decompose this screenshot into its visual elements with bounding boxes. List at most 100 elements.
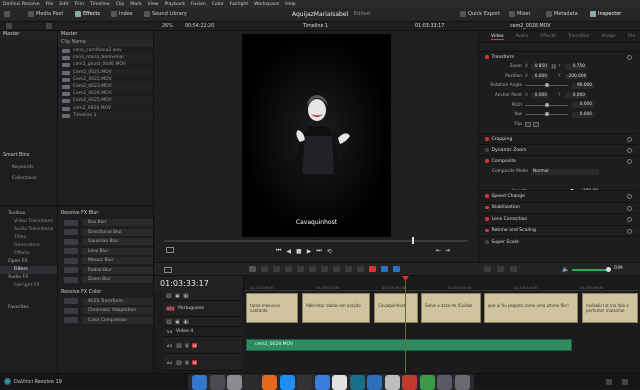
- snapping-icon[interactable]: [333, 266, 340, 272]
- launchpad-icon[interactable]: [209, 374, 225, 390]
- zoom-detail-icon[interactable]: [497, 266, 504, 272]
- word-icon[interactable]: [314, 374, 330, 390]
- sound-library-button[interactable]: Sound Library: [144, 11, 187, 17]
- menu-item-fairlight[interactable]: Fairlight: [230, 2, 248, 7]
- pd-app-icon[interactable]: [297, 374, 312, 390]
- jump-start-icon[interactable]: ⏮: [276, 247, 281, 255]
- list-item[interactable]: Cem2_0024.MOV: [58, 90, 153, 97]
- anchor-x-field[interactable]: 0.000: [531, 92, 549, 99]
- visibility-icon[interactable]: ◧: [183, 293, 189, 298]
- list-item[interactable]: Cem2_0022.MOV: [58, 76, 153, 83]
- clip-name-column[interactable]: Clip Name: [58, 39, 153, 47]
- subtitle-clip[interactable]: Salve o azza de ICuidas: [421, 293, 481, 323]
- replace-clip-icon[interactable]: [321, 266, 328, 272]
- subtitle-clip[interactable]: que ai fui pegada como uma ultima flor!: [484, 293, 578, 323]
- list-view-icon[interactable]: [6, 23, 12, 29]
- next-edit-icon[interactable]: ⇥: [445, 247, 450, 255]
- home-icon[interactable]: [606, 379, 612, 385]
- menu-item-help[interactable]: Help: [285, 2, 295, 7]
- flip-vertical-icon[interactable]: [533, 121, 539, 127]
- mixer-button[interactable]: Mixer: [509, 11, 531, 17]
- play-icon[interactable]: ▶: [307, 248, 312, 255]
- index-button[interactable]: Index: [111, 11, 133, 17]
- lock-icon[interactable]: ▢: [166, 319, 172, 324]
- solo-icon[interactable]: S: [184, 342, 190, 348]
- menu-item-color[interactable]: Color: [212, 2, 224, 7]
- bin-header[interactable]: Master: [0, 31, 57, 39]
- reset-icon[interactable]: [627, 228, 632, 234]
- pitch-slider[interactable]: [525, 102, 568, 107]
- visibility-icon[interactable]: ◧: [183, 319, 189, 324]
- timeline-playhead[interactable]: [405, 278, 406, 373]
- settings-gear-icon[interactable]: [622, 379, 628, 385]
- auto-select-icon[interactable]: ▣: [174, 319, 181, 324]
- menu-item-timeline[interactable]: Timeline: [90, 2, 110, 7]
- effect-item[interactable]: Box Blur: [58, 218, 153, 228]
- subtitle-clip[interactable]: Cavaquinhost: [374, 293, 418, 323]
- jump-end-icon[interactable]: ⏭: [316, 247, 321, 255]
- slider-knob[interactable]: [545, 83, 549, 88]
- menu-item-clip[interactable]: Clip: [116, 2, 125, 7]
- position-x-field[interactable]: 0.000: [531, 73, 549, 80]
- flag-icon[interactable]: [369, 266, 376, 272]
- effect-item[interactable]: Lens Blur: [58, 247, 153, 257]
- menu-item-workspace[interactable]: Workspace: [254, 2, 279, 7]
- calculator-icon[interactable]: [384, 374, 400, 390]
- dynamic-trim-icon[interactable]: [273, 266, 280, 272]
- mute-icon[interactable]: M: [192, 342, 198, 348]
- effect-item[interactable]: Radial Blur: [58, 266, 153, 276]
- auto-select-icon[interactable]: ▣: [174, 293, 181, 298]
- reset-icon[interactable]: [627, 55, 632, 60]
- track-name-st1[interactable]: Portuguese: [178, 306, 204, 311]
- enable-dot[interactable]: [485, 137, 489, 141]
- timeline-name[interactable]: Timeline 1: [303, 24, 328, 29]
- prev-edit-icon[interactable]: ⇤: [436, 247, 441, 255]
- list-item[interactable]: cena_camitiana2.wav: [58, 47, 153, 54]
- metadata-button[interactable]: Metadata: [546, 11, 578, 17]
- marker-icon[interactable]: [381, 266, 388, 272]
- nav-effects[interactable]: Effects: [0, 250, 57, 258]
- nav-generators[interactable]: Generators: [0, 242, 57, 250]
- effect-item[interactable]: Mosaic Blur: [58, 256, 153, 266]
- section-speed-change[interactable]: Speed Change: [479, 190, 637, 202]
- media-pool-button[interactable]: Media Pool: [28, 11, 63, 17]
- volume-slider[interactable]: [572, 269, 608, 271]
- menu-item-fusion[interactable]: Fusion: [191, 2, 206, 7]
- track-name-v4[interactable]: Video 4: [176, 329, 193, 334]
- nav-video-transitions[interactable]: Video Transitions: [0, 218, 57, 226]
- menu-item-playback[interactable]: Playback: [165, 2, 186, 7]
- calendar-icon[interactable]: [332, 374, 347, 390]
- scrubber-playhead[interactable]: [412, 237, 414, 244]
- reset-icon[interactable]: [627, 205, 632, 211]
- speaker-icon[interactable]: 🔈: [562, 266, 569, 273]
- smart-bin-collections[interactable]: Collections: [12, 176, 37, 181]
- anchor-y-field[interactable]: 0.000: [565, 92, 587, 99]
- safari-icon[interactable]: [279, 374, 295, 390]
- loop-icon[interactable]: ⟲: [327, 248, 332, 255]
- list-item[interactable]: cem2_0028.MOV: [58, 105, 153, 112]
- section-super-scale[interactable]: Super Scale: [479, 236, 637, 248]
- marker-color-icon[interactable]: [393, 266, 400, 272]
- lock-icon[interactable]: ▢: [176, 342, 182, 348]
- nav-open-fx[interactable]: Open FX: [0, 258, 57, 266]
- tab-image[interactable]: Image: [601, 34, 615, 39]
- rotation-slider[interactable]: [525, 83, 568, 88]
- viewer-frame[interactable]: Cavaquinhost: [242, 34, 391, 237]
- menu-item-view[interactable]: View: [148, 2, 159, 7]
- overwrite-clip-icon[interactable]: [309, 266, 316, 272]
- lock-icon[interactable]: ▢: [166, 293, 172, 298]
- slider-knob[interactable]: [545, 112, 549, 117]
- linked-selection-icon[interactable]: [345, 266, 352, 272]
- menu-item-mark[interactable]: Mark: [130, 2, 141, 7]
- app-icon-green[interactable]: [419, 374, 435, 390]
- section-stabilization[interactable]: Stabilization: [479, 201, 637, 213]
- enable-dot[interactable]: [485, 148, 489, 152]
- reset-icon[interactable]: [627, 217, 632, 222]
- nav-audio-transitions[interactable]: Audio Transitions: [0, 226, 57, 234]
- viewer-zoom[interactable]: 26%: [162, 24, 173, 29]
- menu-item-app[interactable]: DaVinci Resolve: [3, 2, 40, 7]
- nav-filters[interactable]: Filters: [0, 266, 57, 274]
- menu-item-file[interactable]: File: [46, 2, 54, 7]
- solo-icon[interactable]: S: [184, 359, 190, 365]
- subtitle-clip[interactable]: mulkolicl st ma falo a perfume! mulanhal: [582, 293, 638, 323]
